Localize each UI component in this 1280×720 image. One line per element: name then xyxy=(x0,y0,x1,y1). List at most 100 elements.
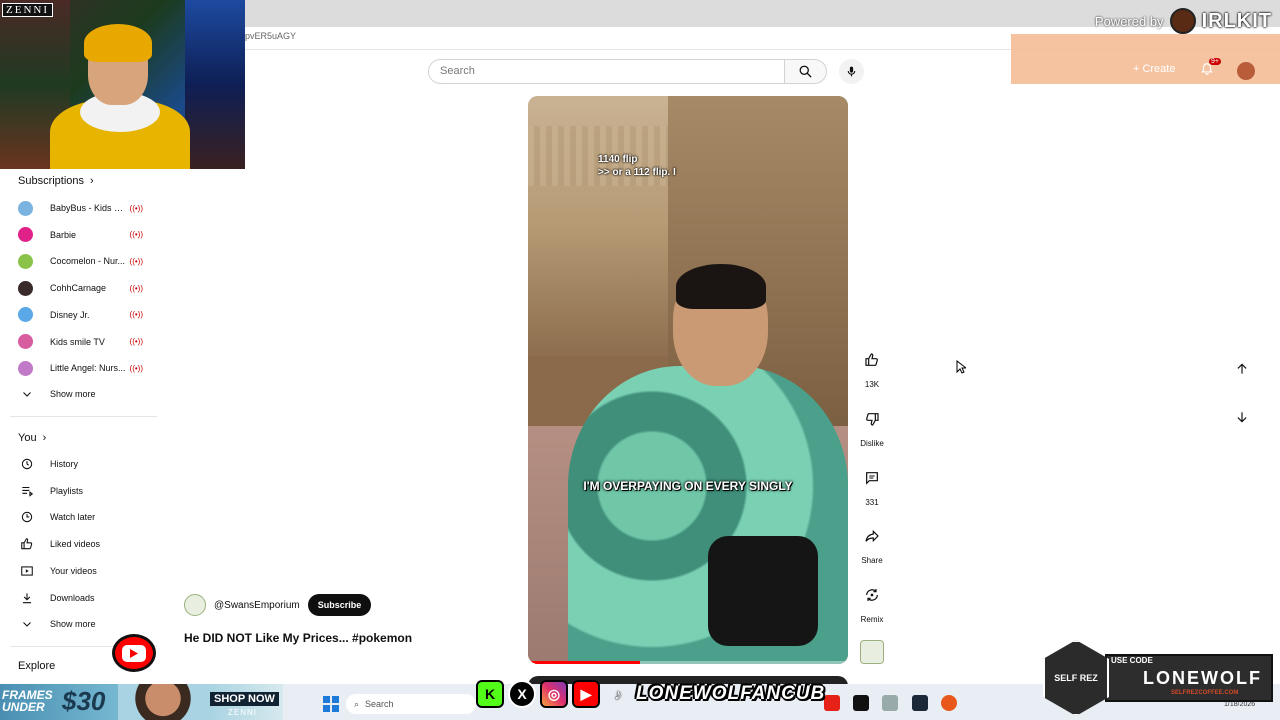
subscription-name: Barbie xyxy=(50,229,77,240)
you-title: You xyxy=(18,432,37,444)
video-person-hair xyxy=(676,264,766,309)
caption-line-1: 1140 flip xyxy=(598,154,638,165)
create-button[interactable]: + Create xyxy=(1133,63,1175,75)
sidebar-item-label: History xyxy=(50,459,79,469)
sponsor-code-label: USE CODE xyxy=(1111,656,1153,665)
channel-name[interactable]: @SwansEmporium xyxy=(214,600,300,611)
dislike-button[interactable]: Dislike xyxy=(852,401,892,448)
subscription-item[interactable]: CohhCarnage ((•)) xyxy=(18,278,143,298)
sidebar-item-label: Downloads xyxy=(50,592,95,603)
sidebar-item-downloads[interactable]: Downloads xyxy=(18,588,95,608)
subscription-item[interactable]: Little Angel: Nurs... ((•)) xyxy=(18,358,143,378)
remix-button[interactable]: Remix xyxy=(852,577,892,624)
search-icon: ⌕ xyxy=(354,698,360,709)
search-button[interactable] xyxy=(785,59,827,84)
streamer-beanie xyxy=(84,24,152,62)
voice-search-button[interactable] xyxy=(839,59,864,84)
share-button[interactable]: Share xyxy=(852,518,892,565)
netflix-app-icon[interactable] xyxy=(853,695,869,711)
subscription-item[interactable]: Cocomelon - Nur... ((•)) xyxy=(18,251,143,271)
thumbs-up-icon xyxy=(865,353,878,366)
short-title[interactable]: He DID NOT Like My Prices... #pokemon xyxy=(184,631,412,645)
ad-shop-now: SHOP NOW xyxy=(210,692,279,706)
obs-app-icon[interactable] xyxy=(941,695,957,711)
subscription-item[interactable]: Disney Jr. ((•)) xyxy=(18,305,143,325)
create-label: Create xyxy=(1142,63,1176,75)
subscriptions-header[interactable]: Subscriptions › xyxy=(18,175,94,187)
channel-avatar xyxy=(18,360,33,376)
caption-line-2: >> or a 112 flip. I xyxy=(598,167,676,178)
channel-avatar xyxy=(18,227,33,243)
arrow-up-icon xyxy=(1237,363,1247,374)
notification-badge: 9+ xyxy=(1209,58,1221,65)
zenni-ad-banner: FRAMES UNDER $30 SHOP NOW ZENNI xyxy=(0,684,283,720)
sidebar-item-watch-later[interactable]: Watch later xyxy=(18,507,95,527)
live-indicator-icon: ((•)) xyxy=(129,363,143,373)
x-icon: X xyxy=(508,680,536,708)
playlists-icon xyxy=(18,482,36,500)
sponsor-brand: SELF REZ xyxy=(1054,673,1098,683)
chevron-down-icon xyxy=(18,615,36,633)
taskbar-search[interactable]: ⌕ Search xyxy=(346,694,476,714)
subscriptions-title: Subscriptions xyxy=(18,175,85,187)
powered-by-logo: IRLKIT xyxy=(1201,9,1272,32)
show-more-subscriptions[interactable]: Show more xyxy=(18,384,96,404)
live-indicator-icon: ((•)) xyxy=(129,203,143,213)
sidebar-item-liked-videos[interactable]: Liked videos xyxy=(18,534,100,554)
like-count: 13K xyxy=(864,380,880,389)
subscription-item[interactable]: Kids smile TV ((•)) xyxy=(18,332,143,352)
subscription-name: CohhCarnage xyxy=(50,283,107,294)
sidebar-item-playlists[interactable]: Playlists xyxy=(18,481,83,501)
subscribe-button[interactable]: Subscribe xyxy=(307,594,372,616)
video-caption-top: 1140 flip >> or a 112 flip. I xyxy=(598,153,676,179)
sponsor-code: LONEWOLF xyxy=(1143,668,1262,688)
coffee-sponsor-overlay: USE CODE LONEWOLF SELFREZCOFFEE.COM SELF… xyxy=(1041,640,1273,716)
comments-button[interactable]: 331 xyxy=(852,460,892,507)
sidebar-item-label: Your videos xyxy=(50,565,97,576)
windows-start-icon[interactable] xyxy=(323,696,339,712)
thumbs-down-icon xyxy=(866,413,879,426)
remix-label: Remix xyxy=(860,615,884,624)
liked-videos-icon xyxy=(18,535,36,553)
subscription-item[interactable]: BabyBus - Kids S... ((•)) xyxy=(18,198,143,218)
share-label: Share xyxy=(861,556,883,565)
short-video-player[interactable]: 1140 flip >> or a 112 flip. I I'M OVERPA… xyxy=(528,96,848,664)
channel-avatar[interactable] xyxy=(184,594,206,616)
steam-app-icon[interactable] xyxy=(912,695,928,711)
search-icon xyxy=(799,65,812,78)
downloads-icon xyxy=(18,589,36,607)
sidebar-item-your-videos[interactable]: Your videos xyxy=(18,561,97,581)
youtube-app-icon[interactable] xyxy=(824,695,840,711)
channel-avatar xyxy=(18,253,33,269)
show-more-you[interactable]: Show more xyxy=(18,614,96,634)
sponsor-panel: USE CODE LONEWOLF SELFREZCOFFEE.COM xyxy=(1105,654,1273,702)
app-icon[interactable] xyxy=(882,695,898,711)
previous-short-button[interactable] xyxy=(1226,353,1258,385)
comment-icon xyxy=(866,472,878,485)
channel-avatar xyxy=(18,334,33,349)
address-bar-url[interactable]: pvER5uAGY xyxy=(245,31,296,41)
play-icon xyxy=(130,648,138,658)
webcam-background-right xyxy=(185,0,245,169)
subscription-item[interactable]: Barbie ((•)) xyxy=(18,225,143,245)
share-icon xyxy=(865,529,879,543)
account-avatar[interactable] xyxy=(1237,62,1255,80)
bear-logo-icon xyxy=(1169,8,1196,34)
search-input[interactable]: Search xyxy=(428,59,785,84)
next-short-button[interactable] xyxy=(1226,401,1258,433)
microphone-icon xyxy=(847,66,856,77)
show-more-label: Show more xyxy=(50,619,96,629)
history-icon xyxy=(18,455,36,473)
video-progress-bar[interactable] xyxy=(528,661,848,664)
ad-price: $30 xyxy=(62,686,106,716)
comments-count: 331 xyxy=(865,498,879,507)
like-button[interactable]: 13K xyxy=(852,342,892,389)
sidebar-item-history[interactable]: History xyxy=(18,454,78,474)
sound-thumbnail[interactable] xyxy=(852,640,892,664)
notifications-button[interactable]: 9+ xyxy=(1200,58,1221,78)
you-header[interactable]: You › xyxy=(18,432,46,444)
sidebar-divider xyxy=(10,416,157,417)
channel-avatar xyxy=(18,200,33,216)
sidebar-item-label: Liked videos xyxy=(50,539,101,550)
instagram-icon: ◎ xyxy=(540,680,568,708)
